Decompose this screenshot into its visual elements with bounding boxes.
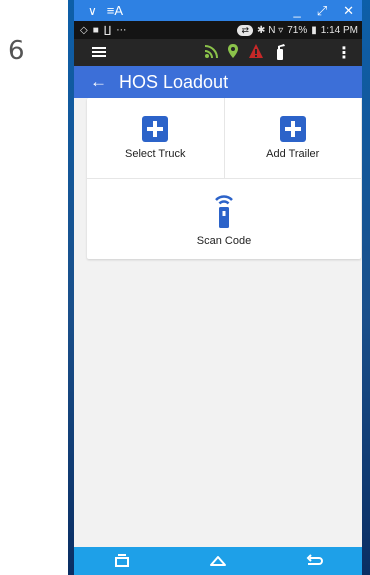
window-controls: _ ⤢ ✕	[293, 0, 354, 21]
restore-button[interactable]: ⤢	[317, 0, 327, 21]
battery-level: 71%	[287, 24, 308, 36]
warning-icon	[249, 44, 263, 58]
add-icon	[279, 116, 306, 142]
app-bar: ← HOS Loadout	[74, 66, 362, 98]
loadout-options-card: Select Truck Add Trailer Scan Code	[87, 98, 361, 259]
close-button[interactable]: ✕	[343, 0, 354, 21]
recent-apps-icon[interactable]	[112, 551, 132, 571]
app-toolbar: ⋮	[74, 39, 362, 66]
wifi-signal-icon	[204, 45, 218, 59]
battery-icon: ▮	[311, 24, 317, 36]
main-content: Select Truck Add Trailer Scan Code	[74, 98, 362, 259]
status-right: ⇄ ✱ N ▿ 71% ▮ 1:14 PM	[237, 24, 358, 36]
back-arrow-icon[interactable]: ←	[90, 72, 107, 92]
status-icon-4: ⋯	[116, 24, 127, 36]
options-row: Select Truck Add Trailer	[87, 98, 361, 179]
select-truck-button[interactable]: Select Truck	[87, 98, 224, 178]
back-nav-icon[interactable]	[304, 551, 324, 571]
hamburger-menu-icon[interactable]	[92, 45, 106, 59]
status-icon-2: ■	[92, 24, 99, 36]
phone-screen: ∨ ≡A _ ⤢ ✕ ◇ ■ ∐ ⋯ ⇄ ✱ N ▿ 71% ▮ 1:14 PM	[74, 0, 362, 575]
toolbar-status-icons	[204, 43, 287, 61]
android-status-bar: ◇ ■ ∐ ⋯ ⇄ ✱ N ▿ 71% ▮ 1:14 PM	[74, 21, 362, 39]
window-titlebar: ∨ ≡A _ ⤢ ✕	[74, 0, 362, 21]
scan-code-label: Scan Code	[196, 235, 252, 247]
notification-icons: ◇ ■ ∐ ⋯	[80, 25, 126, 36]
android-navigation-bar	[74, 547, 362, 575]
scan-code-button[interactable]: Scan Code	[87, 179, 361, 259]
select-truck-label: Select Truck	[124, 148, 186, 160]
minimize-button[interactable]: _	[293, 0, 300, 21]
clock-time: 1:14 PM	[320, 24, 358, 36]
desktop-edge-right	[361, 0, 370, 575]
page-title: HOS Loadout	[119, 71, 229, 92]
home-icon[interactable]	[208, 551, 228, 571]
scanner-icon	[215, 195, 233, 228]
status-icon-3: ∐	[103, 24, 112, 36]
fire-extinguisher-icon	[277, 44, 285, 60]
connectivity-icons: ✱ N ▿	[257, 24, 284, 36]
overflow-menu-icon[interactable]: ⋮	[336, 43, 352, 63]
window-menu-chevron-icon[interactable]: ∨	[88, 4, 97, 18]
add-trailer-label: Add Trailer	[266, 148, 320, 160]
window-title: ≡A	[106, 3, 124, 18]
location-pin-icon	[228, 44, 238, 58]
step-number: 6	[8, 36, 25, 66]
status-icon-1: ◇	[80, 24, 88, 36]
add-icon	[142, 116, 169, 142]
cast-pill-icon: ⇄	[237, 24, 254, 36]
add-trailer-button[interactable]: Add Trailer	[223, 98, 362, 178]
